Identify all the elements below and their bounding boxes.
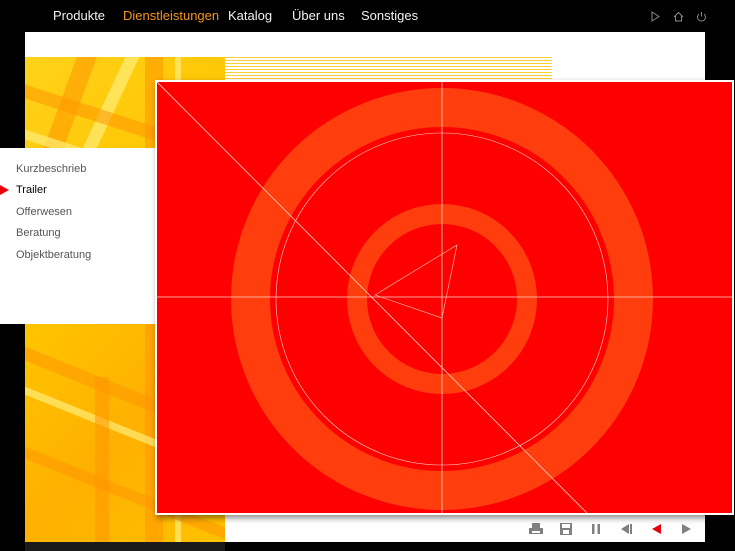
- submenu-item-objektberatung[interactable]: Objektberatung: [16, 249, 91, 261]
- video-frame: [157, 82, 732, 513]
- submenu-item-offerwesen[interactable]: Offerwesen: [16, 206, 72, 218]
- pause-icon[interactable]: [588, 521, 604, 537]
- submenu-item-kurzbeschrieb[interactable]: Kurzbeschrieb: [16, 163, 86, 175]
- skip-back-icon[interactable]: [618, 521, 634, 537]
- bottom-strip: [25, 542, 225, 551]
- top-navigation: Produkte Dienstleistungen Katalog Über u…: [0, 0, 735, 32]
- system-icons: [650, 11, 707, 22]
- submenu-item-beratung[interactable]: Beratung: [16, 227, 61, 239]
- active-arrow-icon: [0, 185, 9, 195]
- rewind-icon[interactable]: [648, 521, 664, 537]
- power-icon[interactable]: [696, 11, 707, 22]
- home-icon[interactable]: [673, 11, 684, 22]
- video-window[interactable]: [155, 80, 734, 515]
- submenu-item-trailer[interactable]: Trailer: [16, 184, 47, 196]
- player-controls: [528, 520, 694, 538]
- play-small-icon[interactable]: [650, 11, 661, 22]
- nav-item-produkte[interactable]: Produkte: [53, 8, 105, 23]
- nav-item-sonstiges[interactable]: Sonstiges: [361, 8, 418, 23]
- nav-item-ueber-uns[interactable]: Über uns: [292, 8, 345, 23]
- play-icon[interactable]: [678, 521, 694, 537]
- header-stripes: [225, 57, 552, 81]
- nav-item-dienstleistungen[interactable]: Dienstleistungen: [123, 8, 219, 23]
- submenu-panel: Kurzbeschrieb Trailer Offerwesen Beratun…: [0, 148, 160, 324]
- print-icon[interactable]: [528, 521, 544, 537]
- nav-item-katalog[interactable]: Katalog: [228, 8, 272, 23]
- save-icon[interactable]: [558, 521, 574, 537]
